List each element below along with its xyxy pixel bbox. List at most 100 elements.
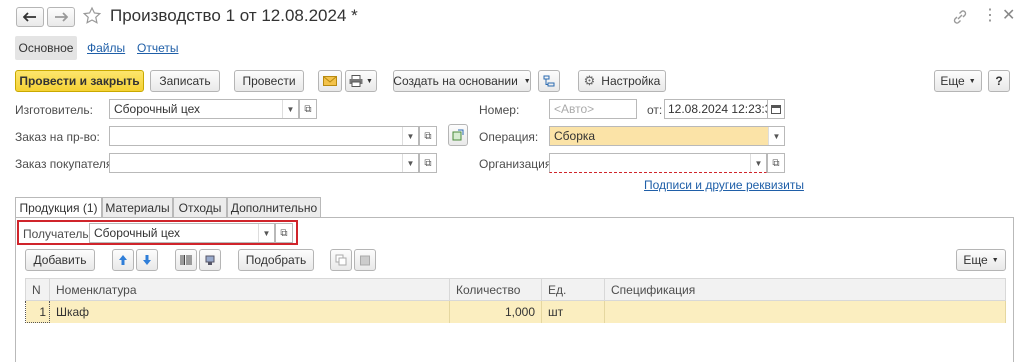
recipient-label: Получатель: — [23, 227, 92, 241]
customer-order-open-button[interactable]: ⧉ — [419, 153, 437, 173]
manufacturer-value: Сборочный цех — [114, 102, 200, 116]
paste-icon — [360, 255, 370, 266]
column-header-n[interactable]: N — [25, 278, 50, 301]
create-based-on-button[interactable]: Создать на основании ▼ — [393, 70, 531, 92]
cell-qty[interactable]: 1,000 — [449, 300, 542, 323]
cell-unit[interactable]: шт — [541, 300, 605, 323]
post-label: Провести — [242, 74, 296, 88]
number-field[interactable]: <Авто> — [549, 99, 637, 119]
chevron-down-icon[interactable]: ▼ — [402, 154, 418, 172]
copy-icon — [335, 254, 347, 266]
signatures-link[interactable]: Подписи и другие реквизиты — [644, 178, 804, 192]
move-down-button[interactable] — [136, 249, 158, 271]
tab-waste-label: Отходы — [178, 200, 222, 215]
chevron-down-icon: ▼ — [991, 256, 999, 264]
fill-icon — [452, 129, 464, 141]
settings-button[interactable]: ⚙ Настройка — [578, 70, 666, 92]
cell-spec[interactable] — [604, 300, 1006, 323]
table-more-label: Еще — [963, 253, 988, 267]
close-icon[interactable]: ✕ — [1002, 5, 1015, 25]
post-and-close-label: Провести и закрыть — [19, 74, 140, 88]
manufacturer-open-button[interactable]: ⧉ — [299, 99, 317, 119]
chevron-down-icon[interactable]: ▼ — [402, 127, 418, 145]
help-button[interactable]: ? — [988, 70, 1010, 92]
move-up-button[interactable] — [112, 249, 134, 271]
operation-value: Сборка — [554, 129, 596, 143]
save-label: Записать — [159, 74, 211, 88]
tab-materials[interactable]: Материалы — [102, 197, 173, 217]
cell-item[interactable]: Шкаф — [49, 300, 450, 323]
operation-field[interactable]: Сборка ▼ — [549, 126, 785, 146]
forward-button[interactable] — [47, 7, 75, 27]
tab-reports[interactable]: Отчеты — [137, 41, 178, 55]
scanner-button[interactable] — [199, 249, 221, 271]
date-field[interactable]: 12.08.2024 12:23:34 — [664, 99, 768, 119]
window-title: Производство 1 от 12.08.2024 * — [110, 6, 358, 25]
tab-materials-label: Материалы — [105, 200, 170, 215]
table-header: N Номенклатура Количество Ед. Спецификац… — [25, 278, 1006, 301]
date-label: от: — [647, 103, 663, 117]
hierarchy-icon — [543, 75, 555, 87]
envelope-icon — [323, 76, 337, 86]
create-based-on-label: Создать на основании — [393, 74, 518, 88]
table-row[interactable]: 1 Шкаф 1,000 шт — [25, 300, 1006, 323]
customer-order-field[interactable]: ▼ — [109, 153, 419, 173]
column-header-spec[interactable]: Спецификация — [604, 278, 1006, 301]
barcode-button[interactable] — [175, 249, 197, 271]
more-actions-icon[interactable]: ⋮ — [982, 5, 998, 25]
tab-additional-label: Дополнительно — [230, 200, 318, 215]
pick-label: Подобрать — [245, 253, 307, 267]
products-table: N Номенклатура Количество Ед. Спецификац… — [25, 278, 1006, 323]
settings-label: Настройка — [601, 74, 661, 88]
cell-n[interactable]: 1 — [25, 300, 50, 323]
column-header-item[interactable]: Номенклатура — [49, 278, 450, 301]
barcode-icon — [180, 255, 192, 265]
chevron-down-icon: ▼ — [366, 77, 373, 85]
organization-open-button[interactable]: ⧉ — [767, 153, 785, 173]
chevron-down-icon[interactable]: ▼ — [258, 224, 274, 242]
calendar-button[interactable] — [767, 99, 785, 119]
tab-files[interactable]: Файлы — [87, 41, 125, 55]
column-header-qty[interactable]: Количество — [449, 278, 542, 301]
chevron-down-icon: ▼ — [968, 77, 976, 85]
email-button[interactable] — [318, 70, 342, 92]
back-button[interactable] — [16, 7, 44, 27]
tab-additional[interactable]: Дополнительно — [227, 197, 321, 217]
post-and-close-button[interactable]: Провести и закрыть — [15, 70, 144, 92]
arrow-up-icon — [119, 255, 127, 265]
star-icon[interactable] — [82, 6, 102, 26]
arrow-right-icon — [55, 12, 68, 22]
save-button[interactable]: Записать — [150, 70, 220, 92]
fill-button[interactable] — [448, 124, 468, 146]
prod-order-field[interactable]: ▼ — [109, 126, 419, 146]
paste-button[interactable] — [354, 249, 376, 271]
tab-products[interactable]: Продукция (1) — [15, 197, 102, 218]
manufacturer-field[interactable]: Сборочный цех ▼ — [109, 99, 299, 119]
chevron-down-icon[interactable]: ▼ — [282, 100, 298, 118]
link-icon[interactable] — [952, 9, 968, 25]
print-button[interactable]: ▼ — [345, 70, 377, 92]
more-button[interactable]: Еще ▼ — [934, 70, 982, 92]
organization-label: Организация: — [479, 157, 555, 171]
tab-waste[interactable]: Отходы — [173, 197, 227, 217]
customer-order-label: Заказ покупателя: — [15, 157, 116, 171]
copy-button[interactable] — [330, 249, 352, 271]
table-more-button[interactable]: Еще ▼ — [956, 249, 1006, 271]
chevron-down-icon[interactable]: ▼ — [768, 127, 784, 145]
tab-main[interactable]: Основное — [15, 36, 77, 60]
pick-button[interactable]: Подобрать — [238, 249, 314, 271]
manufacturer-label: Изготовитель: — [15, 103, 93, 117]
organization-field[interactable]: ▼ — [549, 153, 767, 173]
post-button[interactable]: Провести — [234, 70, 304, 92]
recipient-open-button[interactable]: ⧉ — [275, 223, 293, 243]
prod-order-label: Заказ на пр-во: — [15, 130, 100, 144]
scanner-icon — [205, 255, 215, 265]
recipient-value: Сборочный цех — [94, 226, 180, 240]
prod-order-open-button[interactable]: ⧉ — [419, 126, 437, 146]
recipient-field[interactable]: Сборочный цех ▼ — [89, 223, 275, 243]
structure-button[interactable] — [538, 70, 560, 92]
column-header-unit[interactable]: Ед. — [541, 278, 605, 301]
chevron-down-icon[interactable]: ▼ — [750, 154, 766, 172]
add-button[interactable]: Добавить — [25, 249, 95, 271]
tab-main-label: Основное — [18, 41, 74, 55]
